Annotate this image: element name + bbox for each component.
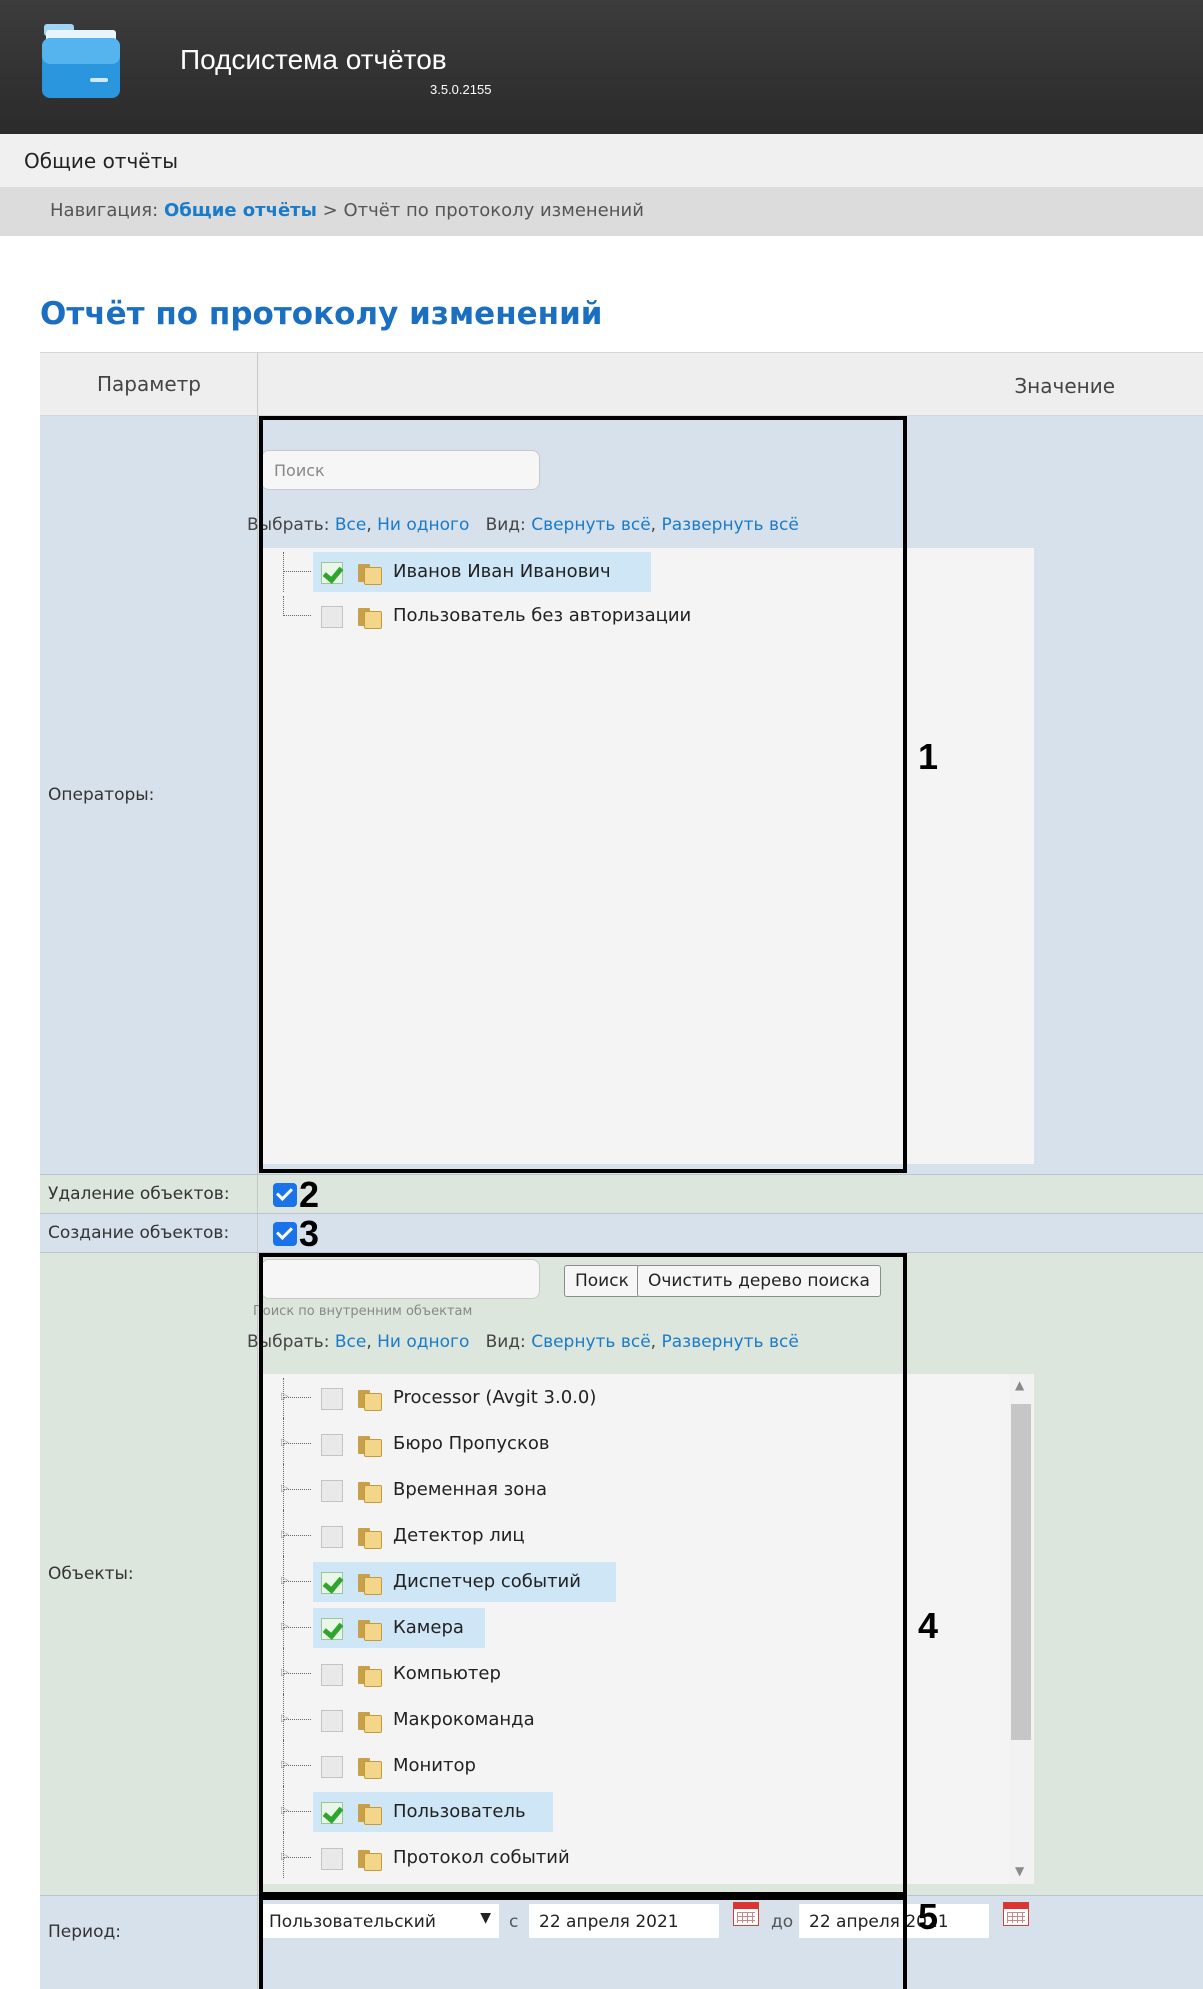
- calendar-icon[interactable]: [1003, 1902, 1029, 1926]
- folder-logo-icon: [42, 24, 120, 98]
- breadcrumb-link-general-reports[interactable]: Общие отчёты: [164, 200, 317, 221]
- deletion-label: Удаление объектов:: [40, 1175, 258, 1213]
- callout-number-2: 2: [299, 1174, 320, 1215]
- callout-number-3: 3: [299, 1213, 320, 1254]
- period-label: Период:: [40, 1896, 258, 1989]
- app-header: Подсистема отчётов 3.5.0.2155: [0, 0, 1203, 134]
- app-version: 3.5.0.2155: [430, 82, 492, 97]
- column-header-value: Значение: [1014, 374, 1115, 398]
- creation-checkbox[interactable]: [273, 1222, 297, 1246]
- breadcrumb-current: Отчёт по протоколу изменений: [343, 200, 644, 221]
- callout-box-5: [259, 1896, 907, 1989]
- scroll-up-arrow-icon[interactable]: ▲: [1015, 1378, 1024, 1392]
- deletion-row: Удаление объектов: 2: [40, 1174, 1203, 1215]
- menu-item-general-reports[interactable]: Общие отчёты: [24, 149, 178, 173]
- period-row: Период: Пользовательский ▼ с 22 апреля 2…: [40, 1896, 1203, 1989]
- page-title: Отчёт по протоколу изменений: [40, 296, 603, 332]
- scroll-down-arrow-icon[interactable]: ▼: [1015, 1864, 1024, 1878]
- objects-row: Объекты: Поиск Очистить дерево поиска По…: [40, 1253, 1203, 1896]
- callout-number-5: 5: [918, 1896, 939, 1937]
- menu-bar: Общие отчёты: [0, 134, 1203, 188]
- objects-tree-scrollbar[interactable]: ▲ ▼: [1009, 1374, 1033, 1884]
- creation-row: Создание объектов: 3: [40, 1213, 1203, 1254]
- operators-label: Операторы:: [40, 416, 258, 1174]
- table-header-row: Параметр Значение: [40, 352, 1203, 416]
- creation-label: Создание объектов:: [40, 1214, 258, 1252]
- objects-label: Объекты:: [40, 1253, 258, 1895]
- callout-number-4: 4: [918, 1605, 939, 1646]
- column-header-parameter: Параметр: [40, 353, 258, 415]
- deletion-checkbox[interactable]: [273, 1183, 297, 1207]
- callout-box-1: [259, 416, 907, 1173]
- app-title: Подсистема отчётов: [180, 44, 447, 75]
- report-parameters-table: Параметр Значение Операторы: Поиск Выбра…: [40, 352, 1203, 1989]
- breadcrumb-prefix: Навигация:: [50, 200, 159, 221]
- scrollbar-thumb[interactable]: [1011, 1404, 1031, 1740]
- breadcrumb-separator: >: [322, 200, 338, 221]
- callout-box-4: [259, 1253, 907, 1896]
- operators-row: Операторы: Поиск Выбрать: Все, Ни одного…: [40, 416, 1203, 1175]
- callout-number-1: 1: [918, 736, 939, 777]
- breadcrumb: Навигация: Общие отчёты > Отчёт по прото…: [0, 188, 1203, 236]
